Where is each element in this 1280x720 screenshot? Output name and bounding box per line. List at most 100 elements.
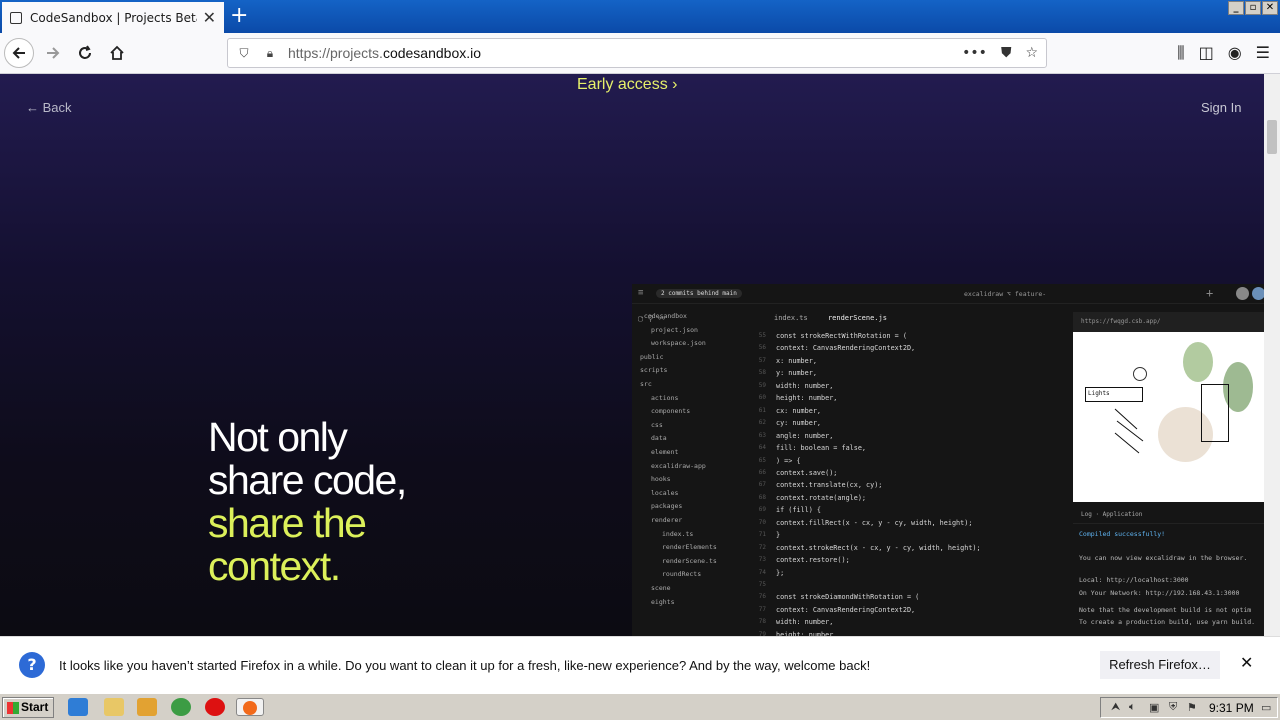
home-button[interactable] (102, 38, 132, 68)
page-actions-icon[interactable]: ••• (962, 45, 987, 61)
preview-url: https://fwqgd.csb.app/ (1073, 312, 1264, 332)
headline-line-3: share the (208, 500, 367, 546)
code-line: cy: number, (776, 419, 822, 428)
code-line: context.strokeRect(x - cx, y - cy, width… (776, 543, 981, 552)
file-tree-item: actions (651, 393, 679, 402)
headline-line-2: share code, (208, 457, 407, 503)
editor-tab-active: renderScene.js (827, 314, 887, 322)
refresh-firefox-button[interactable]: Refresh Firefox… (1100, 651, 1220, 679)
maximize-button[interactable]: ▫ (1245, 1, 1261, 15)
pocket-icon[interactable]: ⛊ (1001, 45, 1012, 61)
library-icon[interactable]: ⫼ (1177, 43, 1184, 63)
url-text[interactable]: https://projects.codesandbox.io (288, 45, 962, 61)
code-line: if (fill) { (776, 506, 822, 515)
new-tab-button[interactable]: + (230, 4, 248, 28)
headline-line-1: Not only (208, 414, 348, 460)
code-line: angle: number, (776, 431, 834, 440)
explorer-folder-icon[interactable] (104, 698, 124, 716)
account-icon[interactable]: ◉ (1228, 43, 1242, 63)
file-tree-item: scene (651, 584, 671, 592)
line-number: 57 (758, 356, 766, 364)
editor-header: ≡ 2 commits behind main excalidraw ⌥ fea… (632, 284, 1264, 304)
page-scrollbar[interactable] (1264, 74, 1280, 636)
console-pane: Log · Application Compiled successfully!… (1073, 506, 1264, 636)
media-player-icon[interactable] (137, 698, 157, 716)
plant-image (1183, 342, 1213, 382)
firefox-taskbar-button[interactable] (236, 698, 264, 716)
line-number: 74 (758, 568, 766, 576)
opera-icon[interactable] (205, 698, 225, 716)
lamp-sketch (1133, 367, 1147, 381)
file-tree-item: public (640, 352, 664, 361)
file-tree-item: scripts (640, 366, 668, 375)
bookmark-star-icon[interactable]: ☆ (1025, 45, 1038, 61)
arrow-right-icon (47, 47, 60, 59)
sign-in-link[interactable]: Sign In (1201, 100, 1241, 115)
file-tree-item: element (651, 448, 679, 456)
back-link[interactable]: ← Back (26, 100, 72, 115)
sketch-rectangle (1201, 384, 1229, 442)
flag-icon[interactable]: ⚑ (1187, 701, 1197, 714)
line-number: 66 (758, 468, 766, 476)
line-number: 73 (758, 556, 766, 564)
early-access-link[interactable]: Early access › (577, 76, 677, 94)
windows-flag-icon (7, 702, 19, 714)
branch-label: excalidraw ⌥ feature- (964, 290, 1047, 298)
code-line: context.translate(cx, cy); (776, 481, 883, 490)
tab-close-icon[interactable]: ✕ (203, 8, 216, 27)
ie-icon[interactable] (68, 698, 88, 716)
file-tree-item: eights (651, 597, 675, 606)
network-icon[interactable]: ▣ (1149, 701, 1159, 714)
sidebar-icon[interactable]: ◫ (1199, 43, 1214, 63)
lock-icon[interactable]: 🔒︎ (262, 46, 278, 61)
security-icon[interactable]: ⛨ (1169, 701, 1177, 714)
file-tree-item: renderer (651, 516, 683, 524)
code-line: fill: boolean = false, (776, 444, 867, 453)
back-button[interactable] (4, 38, 34, 68)
line-number: 55 (758, 332, 766, 339)
webpage: Early access › ← Back Sign In Not only s… (0, 74, 1264, 636)
volume-icon[interactable]: 🔈︎ (1129, 701, 1136, 714)
menu-icon[interactable]: ☰ (1256, 43, 1270, 63)
nav-toolbar: ⛉ 🔒︎ https://projects.codesandbox.io •••… (0, 33, 1280, 74)
forward-button[interactable] (38, 38, 68, 68)
file-tree-item: project.json (651, 325, 698, 334)
browser-tab[interactable]: CodeSandbox | Projects Beta - Dev ✕ (2, 2, 224, 33)
line-number: 58 (758, 369, 766, 377)
code-line: }; (776, 568, 785, 577)
avatar (1236, 287, 1249, 300)
code-line: width: number, (776, 381, 834, 390)
show-desktop-icon[interactable]: ▭ (1261, 701, 1271, 714)
minimize-button[interactable]: _ (1228, 1, 1244, 15)
editor-tabs: index.ts renderScene.js (774, 314, 903, 322)
reload-button[interactable] (70, 38, 100, 68)
tray-arrow-icon[interactable]: ⮝ (1111, 701, 1120, 714)
code-line: cx: number, (776, 406, 822, 415)
line-number: 56 (758, 344, 766, 352)
console-line: Note that the development build is not o… (1079, 606, 1252, 614)
line-number: 70 (758, 518, 766, 526)
add-icon: + (1206, 286, 1214, 300)
file-tree-item: workspace.json (651, 339, 706, 348)
line-number: 76 (758, 593, 766, 601)
scrollbar-thumb[interactable] (1267, 120, 1277, 154)
toolbar-right: ⫼ ◫ ◉ ☰ (1177, 43, 1270, 63)
notification-message: It looks like you haven’t started Firefo… (59, 658, 871, 673)
lights-label-box: Lights (1085, 387, 1143, 402)
file-tree-item: renderElements (662, 543, 717, 552)
shield-icon[interactable]: ⛉ (236, 46, 252, 61)
reload-icon (79, 45, 91, 59)
code-line: width: number, (776, 618, 834, 627)
chrome-icon[interactable] (171, 698, 191, 716)
line-number: 71 (758, 531, 766, 539)
file-tree-item: data (651, 434, 667, 443)
question-icon: ? (19, 652, 45, 678)
close-window-button[interactable]: ✕ (1262, 1, 1278, 15)
line-number: 72 (758, 543, 766, 551)
console-line: To create a production build, use yarn b… (1079, 618, 1256, 626)
start-button[interactable]: Start (2, 697, 54, 718)
address-bar[interactable]: ⛉ 🔒︎ https://projects.codesandbox.io •••… (227, 38, 1047, 68)
code-line: const strokeRectWithRotation = ( (776, 332, 907, 340)
window-controls: _ ▫ ✕ (1228, 1, 1278, 15)
close-notification-icon[interactable]: ✕ (1240, 653, 1253, 672)
